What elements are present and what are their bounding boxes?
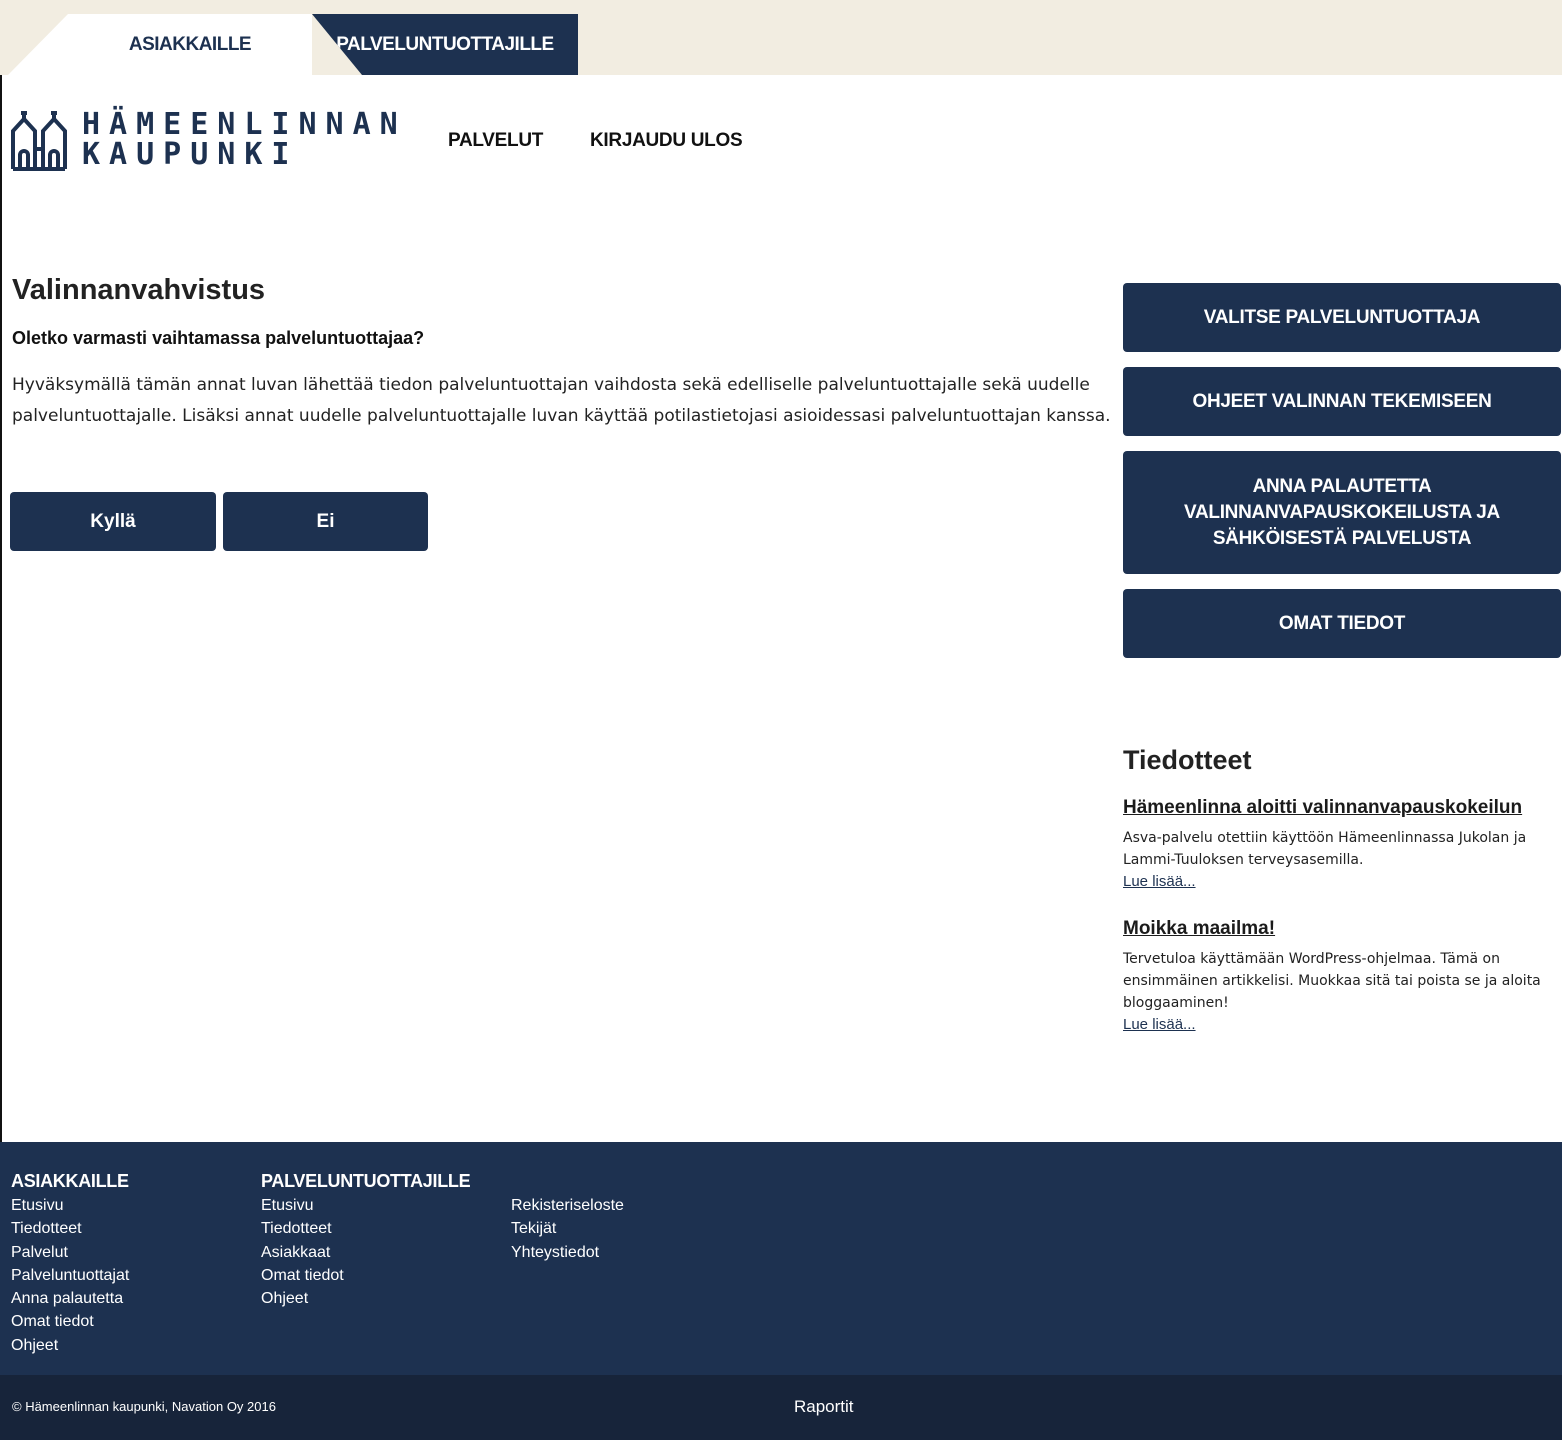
footer: ASIAKKAILLE Etusivu Tiedotteet Palvelut … <box>0 1142 1562 1375</box>
footer-link[interactable]: Yhteystiedot <box>511 1241 624 1264</box>
footer-link[interactable]: Omat tiedot <box>11 1310 129 1333</box>
footer-link[interactable]: Omat tiedot <box>261 1264 470 1287</box>
castle-icon <box>11 111 67 171</box>
footer-link[interactable]: Ohjeet <box>261 1287 470 1310</box>
copyright-text: © Hämeenlinnan kaupunki, Navation Oy 201… <box>12 1399 276 1414</box>
top-tab-bar: ASIAKKAILLE PALVELUNTUOTTAJILLE <box>0 0 1562 75</box>
news-item: Hämeenlinna aloitti valinnanvapauskokeil… <box>1123 797 1559 893</box>
footer-link[interactable]: Asiakkaat <box>261 1241 470 1264</box>
news-headline-link[interactable]: Moikka maailma! <box>1123 918 1559 940</box>
yes-button[interactable]: Kyllä <box>10 492 216 551</box>
footer-link[interactable]: Tiedotteet <box>11 1217 129 1240</box>
news-item: Moikka maailma! Tervetuloa käyttämään Wo… <box>1123 918 1559 1036</box>
tab-customers-label: ASIAKKAILLE <box>128 33 252 55</box>
footer-link[interactable]: Tiedotteet <box>261 1217 470 1240</box>
footer-link[interactable]: Tekijät <box>511 1217 624 1240</box>
page-title: Valinnanvahvistus <box>12 274 266 306</box>
tab-customers[interactable]: ASIAKKAILLE <box>8 14 312 75</box>
no-button[interactable]: Ei <box>223 492 428 551</box>
logo-text: HÄMEENLINNAN KAUPUNKI <box>82 110 407 170</box>
read-more-link[interactable]: Lue lisää... <box>1123 1016 1196 1033</box>
choose-provider-button[interactable]: VALITSE PALVELUNTUOTTAJA <box>1123 283 1561 352</box>
my-info-button[interactable]: OMAT TIEDOT <box>1123 589 1561 658</box>
footer-link[interactable]: Anna palautetta <box>11 1287 129 1310</box>
news-excerpt: Tervetuloa käyttämään WordPress-ohjelmaa… <box>1123 948 1559 1036</box>
news-excerpt-text: Tervetuloa käyttämään WordPress-ohjelmaa… <box>1123 951 1541 1011</box>
nav-logout[interactable]: KIRJAUDU ULOS <box>590 130 743 152</box>
footer-link[interactable]: Etusivu <box>261 1194 470 1217</box>
footer-bottom-bar: © Hämeenlinnan kaupunki, Navation Oy 201… <box>0 1375 1562 1440</box>
footer-column-providers: PALVELUNTUOTTAJILLE Etusivu Tiedotteet A… <box>261 1170 471 1310</box>
footer-column-title: ASIAKKAILLE <box>11 1171 129 1191</box>
footer-column-customers: ASIAKKAILLE Etusivu Tiedotteet Palvelut … <box>11 1170 129 1357</box>
selection-instructions-button[interactable]: OHJEET VALINNAN TEKEMISEEN <box>1123 367 1561 436</box>
footer-link[interactable]: Palvelut <box>11 1241 129 1264</box>
logo-line-2: KAUPUNKI <box>82 137 299 172</box>
news-excerpt: Asva-palvelu otettiin käyttöön Hämeenlin… <box>1123 827 1559 893</box>
city-logo[interactable]: HÄMEENLINNAN KAUPUNKI <box>10 108 407 172</box>
footer-link[interactable]: Rekisteriseloste <box>511 1194 624 1217</box>
news-headline-link[interactable]: Hämeenlinna aloitti valinnanvapauskokeil… <box>1123 797 1559 819</box>
footer-column-info: Rekisteriseloste Tekijät Yhteystiedot <box>511 1194 624 1264</box>
give-feedback-button[interactable]: ANNA PALAUTETTA VALINNANVAPAUSKOKEILUSTA… <box>1123 451 1561 574</box>
tab-providers[interactable]: PALVELUNTUOTTAJILLE <box>312 14 578 75</box>
confirm-description: Hyväksymällä tämän annat luvan lähettää … <box>12 375 1111 426</box>
footer-column-title: PALVELUNTUOTTAJILLE <box>261 1171 471 1191</box>
read-more-link[interactable]: Lue lisää... <box>1123 873 1196 890</box>
nav-services[interactable]: PALVELUT <box>448 130 543 152</box>
tab-providers-label: PALVELUNTUOTTAJILLE <box>336 33 554 55</box>
footer-link[interactable]: Ohjeet <box>11 1334 129 1357</box>
footer-link[interactable]: Etusivu <box>11 1194 129 1217</box>
logo-line-1: HÄMEENLINNAN <box>82 107 407 142</box>
news-section-title: Tiedotteet <box>1123 745 1252 775</box>
reports-link[interactable]: Raportit <box>794 1397 854 1417</box>
footer-link[interactable]: Palveluntuottajat <box>11 1264 129 1287</box>
news-excerpt-text: Asva-palvelu otettiin käyttöön Hämeenlin… <box>1123 830 1527 868</box>
confirm-question: Oletko varmasti vaihtamassa palveluntuot… <box>12 328 425 348</box>
